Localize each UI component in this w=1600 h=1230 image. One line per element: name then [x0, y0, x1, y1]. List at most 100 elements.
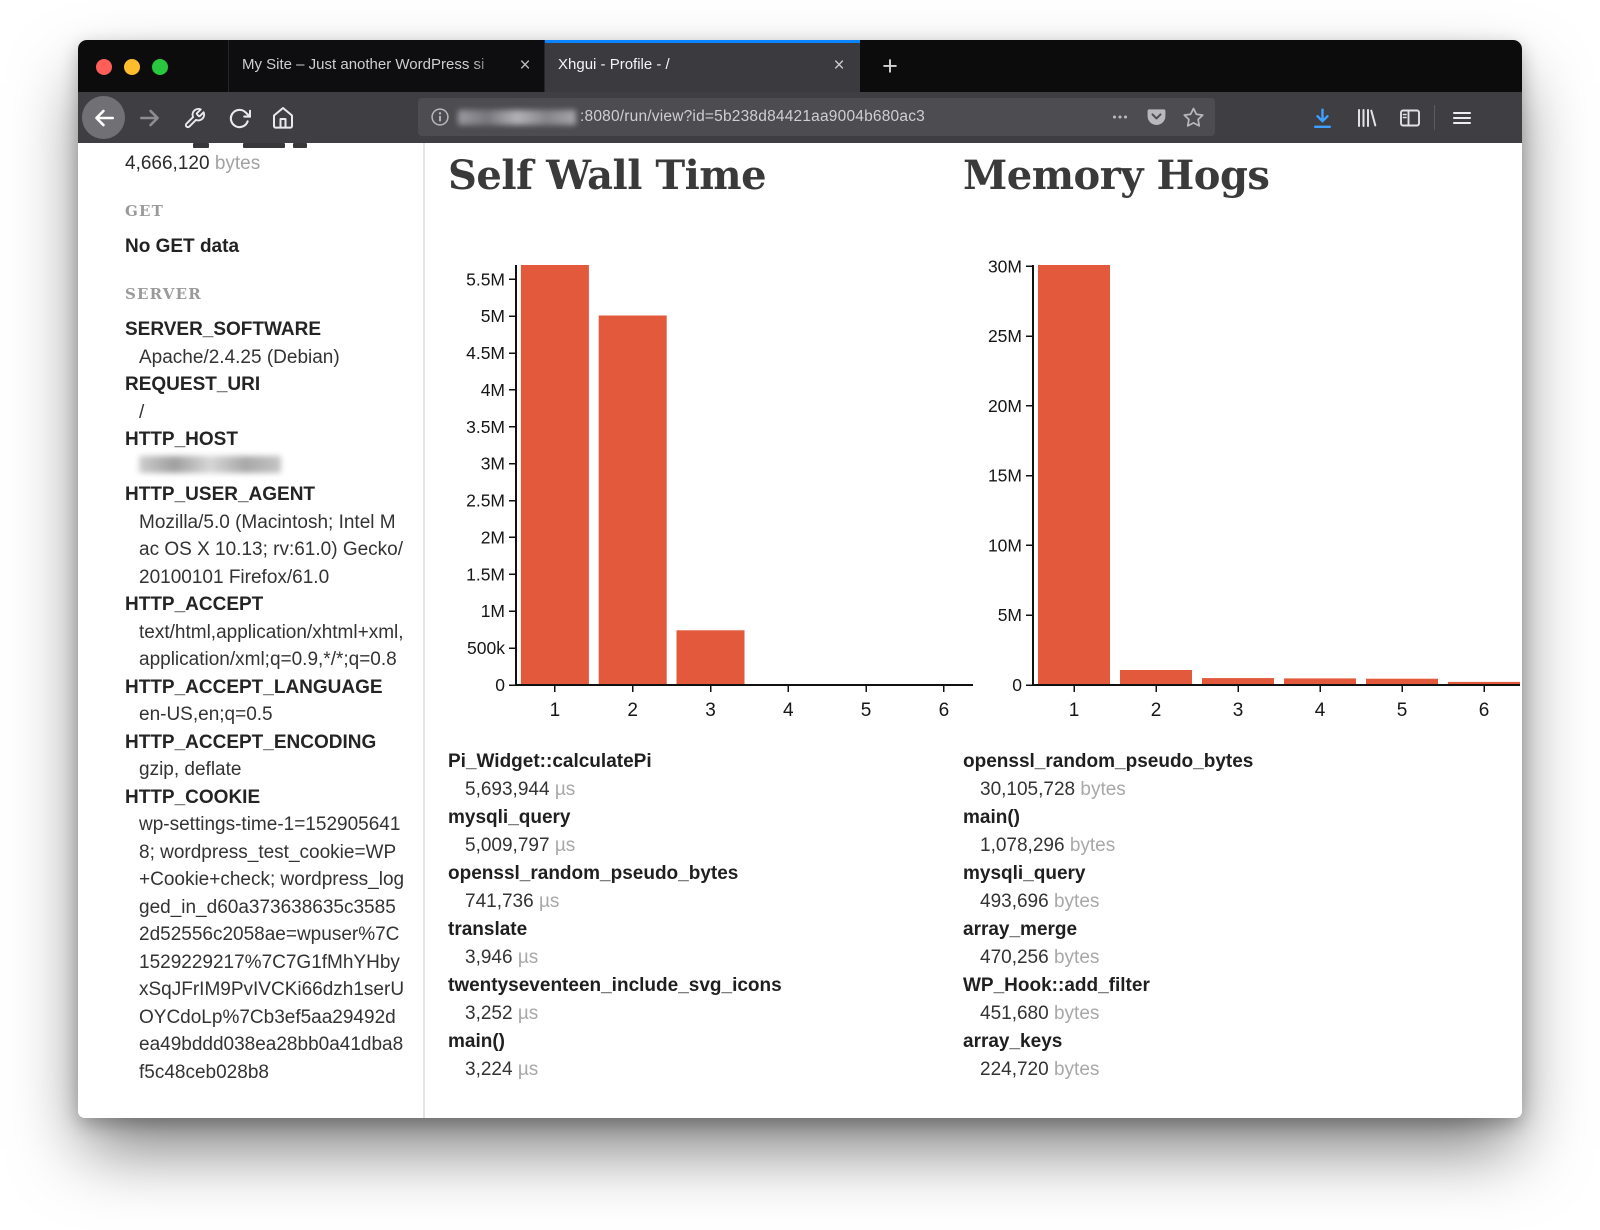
x-tick-label: 3 — [1233, 700, 1244, 721]
function-list-item: array_keys224,720 bytes — [963, 1028, 1458, 1083]
url-bar[interactable]: :8080/run/view?id=5b238d84421aa9004b680a… — [418, 98, 1215, 136]
memory-hogs-title: Memory Hogs — [963, 152, 1269, 199]
forward-button[interactable] — [134, 102, 166, 134]
tab-close-icon[interactable]: × — [826, 53, 852, 79]
function-list-item: openssl_random_pseudo_bytes741,736 µs — [448, 860, 943, 915]
y-tick-label: 30M — [988, 256, 1022, 276]
function-name: mysqli_query — [448, 804, 943, 832]
self-wall-time-chart: 0500k1M1.5M2M2.5M3M3.5M4M4.5M5M5.5M12345… — [448, 255, 973, 723]
function-name: mysqli_query — [963, 860, 1458, 888]
y-tick-label: 2M — [481, 527, 505, 547]
x-tick-label: 4 — [783, 700, 794, 721]
y-tick-label: 2.5M — [466, 491, 505, 511]
function-name: twentyseventeen_include_svg_icons — [448, 972, 943, 1000]
memory-function-list: openssl_random_pseudo_bytes30,105,728 by… — [963, 748, 1458, 1084]
sidebar-toggle-button[interactable] — [1394, 102, 1426, 134]
home-button[interactable] — [267, 102, 299, 134]
value-number: 3,224 — [465, 1059, 513, 1080]
function-name: openssl_random_pseudo_bytes — [448, 860, 943, 888]
tab-title: My Site – Just another WordPress si — [242, 56, 500, 73]
url-fade-overlay — [1019, 102, 1065, 132]
url-text: :8080/run/view?id=5b238d84421aa9004b680a… — [580, 108, 925, 126]
toolbar-divider — [1434, 105, 1435, 130]
new-tab-button[interactable]: + — [870, 50, 910, 84]
y-tick-label: 4.5M — [466, 343, 505, 363]
server-entry-label: SERVER_SOFTWARE — [125, 316, 405, 344]
y-tick-label: 25M — [988, 326, 1022, 346]
server-entry-value: text/html,application/xhtml+xml,applicat… — [139, 619, 405, 674]
page-tools-button[interactable] — [178, 102, 210, 134]
reload-button[interactable] — [223, 102, 255, 134]
function-value: 470,256 bytes — [963, 944, 1458, 972]
function-list-item: twentyseventeen_include_svg_icons3,252 µ… — [448, 972, 943, 1027]
server-entry-value: wp-settings-time-1=1529056418; wordpress… — [139, 811, 405, 1086]
x-tick-label: 5 — [861, 700, 872, 721]
value-unit: bytes — [1054, 947, 1099, 968]
close-window-button[interactable] — [96, 59, 112, 75]
bookmark-star-icon[interactable] — [1182, 106, 1205, 129]
tab-wordpress-site[interactable]: My Site – Just another WordPress si × — [228, 40, 545, 92]
function-value: 741,736 µs — [448, 888, 943, 916]
function-name: WP_Hook::add_filter — [963, 972, 1458, 1000]
function-value: 5,009,797 µs — [448, 832, 943, 860]
metric-value: 4,666,120 — [125, 153, 210, 174]
value-unit: µs — [518, 1003, 538, 1024]
reload-icon — [228, 107, 251, 130]
value-unit: µs — [555, 835, 575, 856]
function-name: main() — [963, 804, 1458, 832]
value-number: 224,720 — [980, 1059, 1049, 1080]
server-entry-label: HTTP_ACCEPT_ENCODING — [125, 729, 405, 757]
back-button[interactable] — [82, 96, 125, 139]
x-tick-label: 3 — [705, 700, 716, 721]
value-number: 30,105,728 — [980, 779, 1075, 800]
wrench-icon — [183, 107, 206, 130]
function-list-item: main()3,224 µs — [448, 1028, 943, 1083]
value-number: 5,009,797 — [465, 835, 550, 856]
back-arrow-icon — [91, 105, 117, 131]
function-value: 3,252 µs — [448, 1000, 943, 1028]
value-number: 3,946 — [465, 947, 513, 968]
tab-bar: My Site – Just another WordPress si × Xh… — [78, 40, 1522, 92]
value-unit: bytes — [1054, 1003, 1099, 1024]
wall-time-function-list: Pi_Widget::calculatePi5,693,944 µsmysqli… — [448, 748, 943, 1084]
library-button[interactable] — [1350, 102, 1382, 134]
value-unit: µs — [518, 1059, 538, 1080]
function-list-item: openssl_random_pseudo_bytes30,105,728 by… — [963, 748, 1458, 803]
metric-unit: bytes — [215, 153, 260, 174]
downloads-button[interactable] — [1306, 102, 1338, 134]
function-value: 5,693,944 µs — [448, 776, 943, 804]
y-tick-label: 1.5M — [466, 564, 505, 584]
memory-hogs-chart: 05M10M15M20M25M30M123456 — [963, 255, 1520, 723]
pocket-icon[interactable] — [1145, 106, 1168, 129]
minimize-window-button[interactable] — [124, 59, 140, 75]
bar-3 — [677, 630, 745, 685]
function-value: 1,078,296 bytes — [963, 832, 1458, 860]
function-value: 451,680 bytes — [963, 1000, 1458, 1028]
function-name: array_merge — [963, 916, 1458, 944]
menu-button[interactable] — [1446, 102, 1478, 134]
function-value: 30,105,728 bytes — [963, 776, 1458, 804]
y-tick-label: 10M — [988, 535, 1022, 555]
zoom-window-button[interactable] — [152, 59, 168, 75]
memory-metric: 4,666,120 bytes — [125, 153, 405, 175]
x-tick-label: 6 — [1479, 700, 1490, 721]
y-tick-label: 0 — [495, 675, 505, 695]
browser-window: My Site – Just another WordPress si × Xh… — [78, 40, 1522, 1118]
y-tick-label: 3M — [481, 454, 505, 474]
function-list-item: Pi_Widget::calculatePi5,693,944 µs — [448, 748, 943, 803]
site-info-icon[interactable] — [430, 107, 450, 127]
tab-xhgui-profile[interactable]: Xhgui - Profile - / × — [545, 40, 860, 92]
value-unit: µs — [539, 891, 559, 912]
tab-close-icon[interactable]: × — [512, 53, 538, 79]
server-entry-value: gzip, deflate — [139, 756, 405, 784]
value-number: 741,736 — [465, 891, 534, 912]
server-entries: SERVER_SOFTWAREApache/2.4.25 (Debian)REQ… — [125, 316, 405, 1086]
function-value: 3,946 µs — [448, 944, 943, 972]
function-list-item: translate3,946 µs — [448, 916, 943, 971]
y-tick-label: 5M — [998, 605, 1022, 625]
y-tick-label: 5M — [481, 306, 505, 326]
function-value: 3,224 µs — [448, 1056, 943, 1084]
page-actions-icon[interactable] — [1109, 106, 1131, 128]
value-unit: µs — [518, 947, 538, 968]
value-unit: µs — [555, 779, 575, 800]
